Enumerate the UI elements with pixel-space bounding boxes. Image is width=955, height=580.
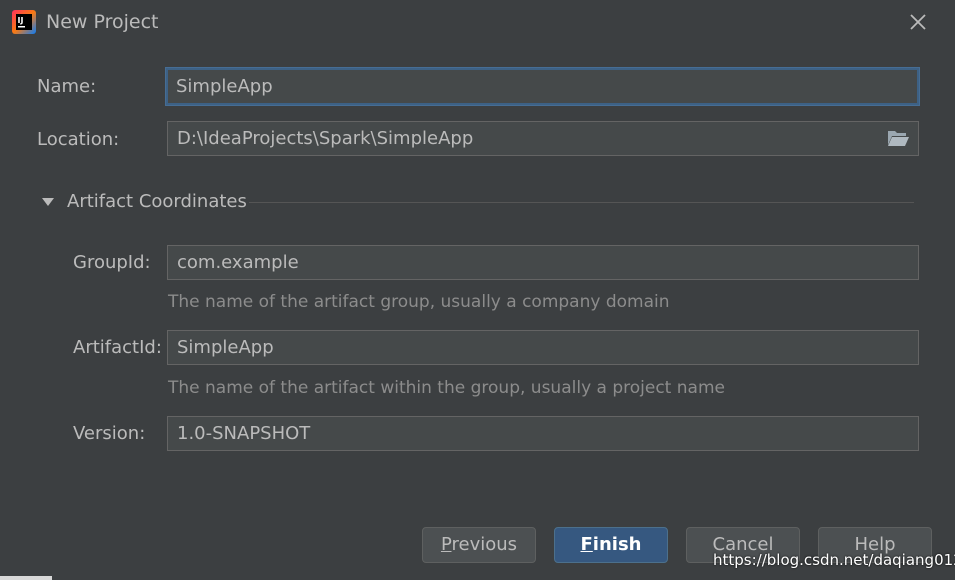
finish-label: inish xyxy=(592,534,642,555)
version-input[interactable] xyxy=(167,416,919,451)
groupid-hint: The name of the artifact group, usually … xyxy=(168,292,670,312)
section-divider xyxy=(249,202,914,203)
bottom-edge xyxy=(0,576,52,580)
artifactid-label: ArtifactId: xyxy=(73,337,162,358)
location-input[interactable] xyxy=(167,121,919,156)
artifactid-input[interactable] xyxy=(167,330,919,365)
folder-browse-icon[interactable] xyxy=(886,128,910,148)
name-input[interactable] xyxy=(166,68,919,105)
app-icon-text: IJ xyxy=(18,16,24,25)
version-label: Version: xyxy=(73,423,146,444)
watermark-text: https://blog.csdn.net/daqiang012 xyxy=(713,551,955,569)
window-title: New Project xyxy=(46,11,159,33)
previous-mnemonic: P xyxy=(440,534,452,555)
collapse-arrow-icon[interactable] xyxy=(41,196,55,208)
finish-mnemonic: F xyxy=(580,534,593,555)
groupid-input[interactable] xyxy=(167,245,919,280)
close-icon[interactable] xyxy=(906,10,930,34)
previous-button[interactable]: Previous xyxy=(422,527,536,563)
artifact-coordinates-title[interactable]: Artifact Coordinates xyxy=(67,191,247,212)
name-label: Name: xyxy=(37,76,97,97)
artifactid-hint: The name of the artifact within the grou… xyxy=(168,378,725,398)
intellij-app-icon: IJ xyxy=(12,10,36,34)
location-label: Location: xyxy=(37,129,120,150)
previous-label: revious xyxy=(451,534,518,555)
groupid-label: GroupId: xyxy=(73,252,151,273)
title-bar: IJ New Project xyxy=(0,0,955,44)
finish-button[interactable]: Finish xyxy=(554,527,668,563)
